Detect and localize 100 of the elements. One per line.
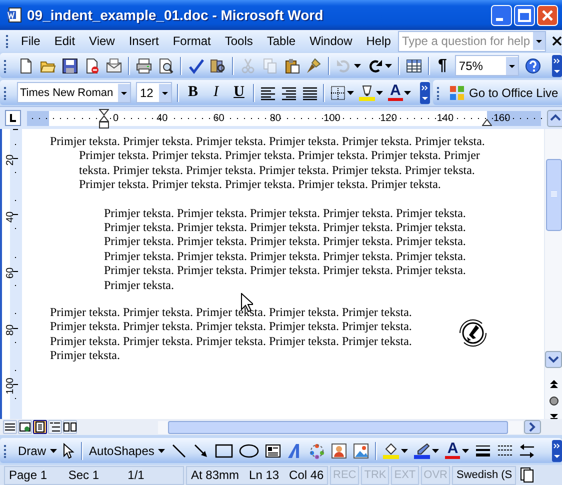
spelling-status-icon (520, 467, 534, 483)
office-live-button[interactable]: Go to Office Live (449, 84, 558, 100)
menu-item[interactable]: View (82, 32, 122, 50)
status-text: At 83mm (190, 468, 240, 482)
line-style-icon[interactable] (475, 442, 492, 458)
picture-icon[interactable] (353, 442, 370, 458)
justify-icon[interactable] (302, 84, 318, 100)
italic-button[interactable]: I (207, 84, 225, 101)
zoom-field[interactable]: 75% (454, 55, 519, 76)
reading-view-button[interactable] (63, 420, 77, 434)
toolbar-options-icon[interactable] (420, 82, 430, 104)
line-icon[interactable] (171, 442, 188, 458)
spelling-check-icon[interactable] (188, 58, 204, 74)
align-right-icon[interactable] (281, 84, 297, 100)
print-icon[interactable] (136, 58, 152, 74)
menu-item[interactable]: Window (302, 32, 360, 50)
highlighter-icon[interactable] (359, 84, 375, 100)
caret-icon[interactable] (50, 448, 58, 452)
caret-icon[interactable] (432, 448, 440, 452)
ruler-number: 140 (436, 112, 454, 124)
menu-item[interactable]: Format (166, 32, 218, 50)
toolbar-grip-icon[interactable] (4, 86, 7, 100)
normal-view-button[interactable] (3, 420, 17, 434)
select-objects-icon[interactable] (63, 442, 76, 458)
paragraph: Primjer teksta. Primjer teksta. Primjer teksta. Primjer teksta. Primjer teksta. Primjer teksta. Primjer teksta. Primjer teksta. Primjer teksta. Primjer teksta. Primjer teksta. Primjer teksta. Primjer teksta. Primjer teksta. Primjer teksta. Primjer teksta. (50, 305, 412, 363)
menu-item[interactable]: Table (260, 32, 303, 50)
tab-stop-icon[interactable] (5, 110, 21, 126)
indent-marker-icon[interactable] (99, 108, 109, 128)
status-text: Sec 1 (67, 468, 100, 482)
research-icon[interactable] (210, 58, 226, 74)
close-icon[interactable] (552, 36, 562, 46)
toolbar-grip-icon[interactable] (6, 34, 9, 48)
minimize-button[interactable] (491, 4, 512, 26)
ruler-number: 40 (5, 210, 17, 224)
right-indent-marker-icon[interactable] (482, 118, 492, 126)
email-icon[interactable] (106, 58, 122, 74)
caret-icon[interactable] (347, 90, 354, 94)
toolbar-grip-icon[interactable] (437, 86, 440, 100)
help-icon[interactable] (524, 58, 541, 74)
outline-view-button[interactable] (48, 420, 62, 434)
toolbar-grip-icon[interactable] (4, 58, 7, 72)
menu-item[interactable]: Help (359, 32, 398, 50)
caret-icon[interactable] (376, 90, 383, 94)
scroll-up-button[interactable] (547, 110, 562, 126)
close-button[interactable] (537, 4, 558, 26)
font-color-button[interactable]: A (445, 442, 460, 459)
print-preview-icon[interactable] (158, 58, 174, 74)
autoshapes-menu[interactable]: AutoShapes (89, 444, 166, 458)
permission-icon[interactable] (84, 58, 100, 74)
paste-icon[interactable] (284, 58, 300, 74)
help-search-field[interactable]: Type a question for help (398, 30, 546, 52)
scroll-thumb[interactable] (546, 159, 562, 231)
borders-icon[interactable] (330, 84, 346, 100)
new-document-icon[interactable] (18, 58, 34, 74)
caret-icon[interactable] (404, 90, 411, 94)
dash-style-icon[interactable] (497, 442, 514, 458)
rectangle-icon[interactable] (215, 442, 234, 458)
print-view-button[interactable] (33, 420, 47, 434)
caret-icon[interactable] (385, 64, 392, 68)
toolbar-options-icon[interactable] (552, 54, 562, 76)
caret-icon[interactable] (401, 448, 408, 452)
save-icon[interactable] (62, 58, 78, 74)
format-painter-icon[interactable] (306, 58, 322, 74)
draw-menu[interactable]: Draw (18, 444, 58, 458)
arrow-style-icon[interactable] (519, 442, 536, 458)
diagram-icon[interactable] (309, 442, 326, 458)
font-name-field[interactable]: Times New Roman (17, 82, 131, 103)
ruler-number: 100 (5, 377, 17, 396)
caret-icon[interactable] (158, 448, 166, 452)
underline-button[interactable]: U (230, 84, 248, 101)
toolbar-grip-icon[interactable] (4, 444, 7, 458)
font-size-field[interactable]: 12 (136, 82, 172, 103)
scroll-right-button[interactable] (524, 420, 541, 434)
bold-button[interactable]: B (184, 84, 202, 101)
menu-item[interactable]: Insert (122, 32, 166, 50)
text-box-icon[interactable] (265, 442, 282, 458)
align-left-icon[interactable] (260, 84, 276, 100)
redo-icon[interactable] (367, 58, 383, 74)
clip-art-icon[interactable] (331, 442, 348, 458)
scroll-down-button[interactable] (545, 351, 562, 368)
word-document-icon (6, 7, 22, 23)
menu-item[interactable]: File (14, 32, 48, 50)
browse-object-icon[interactable] (548, 396, 558, 406)
web-view-button[interactable] (18, 420, 32, 434)
maximize-button[interactable] (514, 4, 535, 26)
oval-icon[interactable] (239, 442, 260, 458)
show-formatting-button[interactable]: ¶ (436, 56, 449, 74)
ruler-margin (487, 110, 541, 126)
caret-icon[interactable] (354, 64, 361, 68)
ruler-number: 80 (5, 323, 17, 338)
arrow-icon[interactable] (193, 442, 210, 458)
menu-item[interactable]: Edit (47, 32, 82, 50)
previous-page-icon[interactable] (548, 379, 558, 389)
table-icon[interactable] (406, 58, 422, 74)
line-color-icon[interactable] (414, 442, 430, 458)
font-color-button[interactable]: A (388, 84, 403, 101)
caret-icon[interactable] (462, 448, 470, 452)
menu-item[interactable]: Tools (218, 32, 260, 50)
toolbar-options-icon[interactable] (552, 440, 562, 462)
fill-bucket-icon[interactable] (383, 442, 400, 458)
